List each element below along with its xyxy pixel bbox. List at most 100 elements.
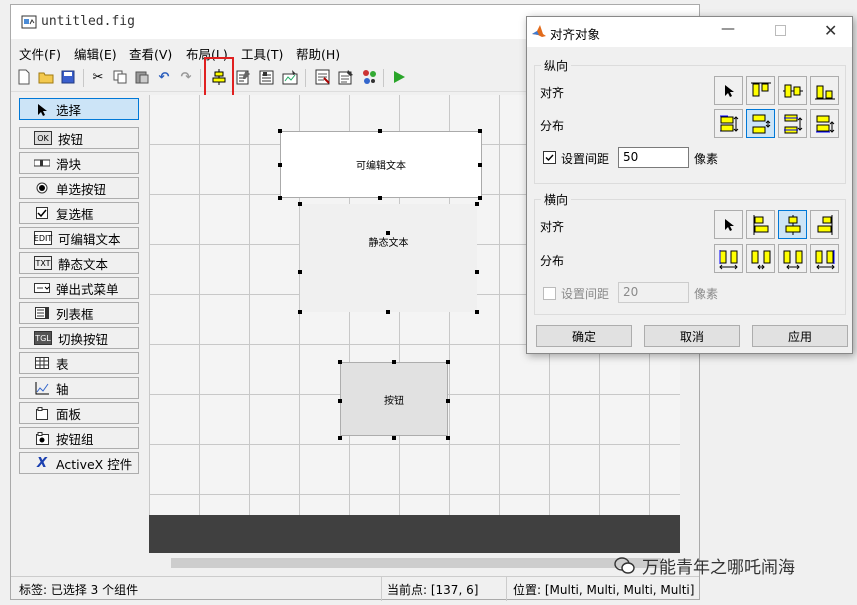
menu-tools[interactable]: 工具(T) xyxy=(241,44,283,63)
paste-icon[interactable] xyxy=(133,68,151,86)
distribute-top-button[interactable] xyxy=(714,109,743,138)
distribute-middle-button[interactable] xyxy=(778,109,807,138)
copy-icon[interactable] xyxy=(111,68,129,86)
resize-handle[interactable] xyxy=(386,310,390,314)
canvas-static-text[interactable]: 静态文本 xyxy=(300,204,477,312)
palette-label: ActiveX 控件 xyxy=(56,456,133,472)
resize-handle[interactable] xyxy=(278,129,282,133)
run-icon[interactable] xyxy=(390,68,408,86)
resize-handle[interactable] xyxy=(378,196,382,200)
ok-button[interactable]: 确定 xyxy=(536,325,632,347)
palette-item-text[interactable]: TXT 静态文本 xyxy=(19,252,139,274)
new-file-icon[interactable] xyxy=(15,68,33,86)
palette-item-radiobutton[interactable]: 单选按钮 xyxy=(19,177,139,199)
resize-handle[interactable] xyxy=(298,310,302,314)
palette-item-listbox[interactable]: 列表框 xyxy=(19,302,139,324)
vertical-spacing-input[interactable]: 50 xyxy=(618,147,689,168)
resize-handle[interactable] xyxy=(298,202,302,206)
palette-item-select[interactable]: 选择 xyxy=(19,98,139,120)
palette-label: 复选框 xyxy=(56,206,94,222)
watermark-text: 万能青年之哪吒闹海 xyxy=(642,558,795,578)
menu-file[interactable]: 文件(F) xyxy=(19,44,61,63)
align-middle-button[interactable] xyxy=(778,76,807,105)
cancel-button[interactable]: 取消 xyxy=(644,325,740,347)
horizontal-spacing-checkbox[interactable] xyxy=(543,287,556,300)
canvas-push-button[interactable]: 按钮 xyxy=(340,362,448,436)
palette-item-buttongroup[interactable]: 按钮组 xyxy=(19,427,139,449)
resize-handle[interactable] xyxy=(278,196,282,200)
align-bottom-button[interactable] xyxy=(810,76,839,105)
mfile-editor-icon[interactable] xyxy=(314,68,332,86)
palette-item-pushbutton[interactable]: OK 按钮 xyxy=(19,127,139,149)
distribute-right-button[interactable] xyxy=(810,244,839,273)
resize-handle[interactable] xyxy=(392,360,396,364)
align-right-button[interactable] xyxy=(810,210,839,239)
distribute-hcenter-button[interactable] xyxy=(778,244,807,273)
resize-handle[interactable] xyxy=(386,231,390,235)
wechat-icon xyxy=(614,556,635,574)
distribute-left-button[interactable] xyxy=(714,244,743,273)
resize-handle[interactable] xyxy=(298,270,302,274)
resize-handle[interactable] xyxy=(446,360,450,364)
resize-handle[interactable] xyxy=(278,163,282,167)
dialog-title: 对齐对象 xyxy=(550,27,601,42)
resize-handle[interactable] xyxy=(475,270,479,274)
palette-label: 轴 xyxy=(56,381,69,397)
arrow-cursor-icon xyxy=(724,84,734,97)
palette-item-edit[interactable]: EDIT 可编辑文本 xyxy=(19,227,139,249)
palette-item-activex[interactable]: X ActiveX 控件 xyxy=(19,452,139,474)
palette-item-checkbox[interactable]: 复选框 xyxy=(19,202,139,224)
open-folder-icon[interactable] xyxy=(37,68,55,86)
vertical-spacing-checkbox[interactable] xyxy=(543,151,556,164)
checkmark-icon xyxy=(545,154,554,162)
menu-help[interactable]: 帮助(H) xyxy=(296,44,340,63)
scrollbar-thumb[interactable] xyxy=(171,558,661,568)
menu-edit[interactable]: 编辑(E) xyxy=(74,44,117,63)
tab-order-icon[interactable] xyxy=(258,68,276,86)
listbox-icon xyxy=(34,307,50,319)
palette-item-togglebutton[interactable]: TGL 切换按钮 xyxy=(19,327,139,349)
vertical-align-none-button[interactable] xyxy=(714,76,743,105)
resize-handle[interactable] xyxy=(446,399,450,403)
toolbar-editor-icon[interactable] xyxy=(281,68,299,86)
vertical-align-label: 对齐 xyxy=(540,86,565,100)
distribute-hspacing-button[interactable] xyxy=(746,244,775,273)
distribute-spacing-button[interactable] xyxy=(746,109,775,138)
horizontal-spacing-input[interactable]: 20 xyxy=(618,282,689,303)
align-left-button[interactable] xyxy=(746,210,775,239)
resize-handle[interactable] xyxy=(478,163,482,167)
resize-handle[interactable] xyxy=(478,129,482,133)
resize-handle[interactable] xyxy=(446,436,450,440)
palette-item-axes[interactable]: 轴 xyxy=(19,377,139,399)
maximize-icon[interactable] xyxy=(775,25,786,36)
save-icon[interactable] xyxy=(59,68,77,86)
undo-icon[interactable]: ↶ xyxy=(155,68,173,86)
resize-handle[interactable] xyxy=(378,129,382,133)
minimize-icon[interactable]: — xyxy=(721,21,735,37)
palette-item-table[interactable]: 表 xyxy=(19,352,139,374)
canvas-edit-text[interactable]: 可编辑文本 xyxy=(280,131,482,198)
property-inspector-icon[interactable] xyxy=(337,68,355,86)
align-top-button[interactable] xyxy=(746,76,775,105)
redo-icon[interactable]: ↷ xyxy=(177,68,195,86)
apply-button[interactable]: 应用 xyxy=(752,325,848,347)
palette-item-popup[interactable]: 弹出式菜单 xyxy=(19,277,139,299)
resize-handle[interactable] xyxy=(392,436,396,440)
menu-view[interactable]: 查看(V) xyxy=(129,44,172,63)
resize-handle[interactable] xyxy=(475,202,479,206)
resize-handle[interactable] xyxy=(338,360,342,364)
resize-handle[interactable] xyxy=(478,196,482,200)
align-center-button[interactable] xyxy=(778,210,807,239)
horizontal-scrollbar[interactable] xyxy=(149,556,680,570)
object-browser-icon[interactable] xyxy=(360,68,378,86)
palette-item-panel[interactable]: 面板 xyxy=(19,402,139,424)
distribute-bottom-button[interactable] xyxy=(810,109,839,138)
horizontal-align-none-button[interactable] xyxy=(714,210,743,239)
resize-handle[interactable] xyxy=(338,436,342,440)
resize-handle[interactable] xyxy=(475,310,479,314)
menu-editor-icon[interactable] xyxy=(235,68,253,86)
palette-item-slider[interactable]: 滑块 xyxy=(19,152,139,174)
cut-icon[interactable]: ✂ xyxy=(89,68,107,86)
close-icon[interactable]: ✕ xyxy=(824,21,837,40)
resize-handle[interactable] xyxy=(338,399,342,403)
